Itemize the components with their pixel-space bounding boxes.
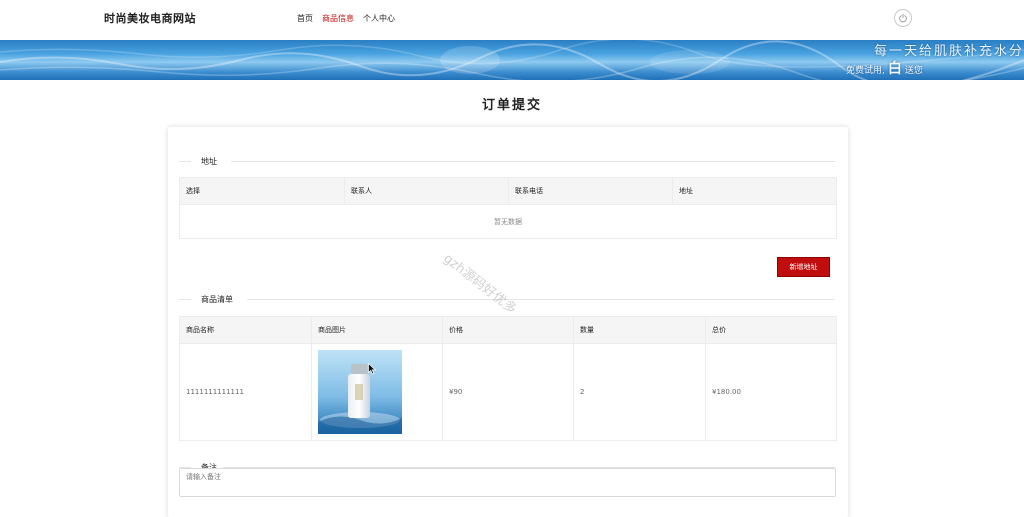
col-address: 地址 [672, 177, 837, 205]
col-contact: 联系人 [344, 177, 509, 205]
nav-item-products[interactable]: 商品信息 [322, 13, 354, 24]
main-nav: 首页 商品信息 个人中心 [297, 13, 395, 24]
product-total: ¥180.00 [705, 343, 837, 441]
banner-subline: 免费试用, 白送您 [846, 61, 923, 77]
address-table-header: 选择 联系人 联系电话 地址 [179, 177, 837, 205]
col-select: 选择 [179, 177, 345, 205]
banner-headline: 每一天给肌肤补充水分 [873, 44, 1024, 59]
col-phone: 联系电话 [508, 177, 673, 205]
product-name: 1111111111111 [179, 343, 312, 441]
nav-item-home[interactable]: 首页 [297, 13, 313, 24]
address-table: 选择 联系人 联系电话 地址 暂无数据 [179, 177, 837, 239]
remark-input[interactable] [179, 468, 836, 497]
product-price: ¥90 [442, 343, 574, 441]
top-bar: 时尚美妆电商网站 首页 商品信息 个人中心 [0, 0, 1024, 40]
table-row: 1111111111111 ¥90 2 ¥180.00 [179, 343, 837, 441]
address-section-title: 地址 [201, 156, 217, 167]
address-section-header: 地址 [179, 156, 835, 167]
product-image-cell [311, 343, 443, 441]
product-bottle-image [318, 350, 402, 434]
product-quantity: 2 [573, 343, 706, 441]
page-title: 订单提交 [481, 98, 542, 113]
nav-item-profile[interactable]: 个人中心 [363, 13, 395, 24]
empty-text: 暂无数据 [179, 204, 837, 239]
add-address-button[interactable]: 新增地址 [777, 257, 830, 277]
col-product-image: 商品图片 [311, 316, 443, 344]
col-product-name: 商品名称 [179, 316, 312, 344]
col-price: 价格 [442, 316, 574, 344]
col-total: 总价 [705, 316, 837, 344]
logout-button[interactable] [894, 9, 912, 27]
site-title[interactable]: 时尚美妆电商网站 [104, 10, 196, 26]
col-quantity: 数量 [573, 316, 706, 344]
products-section-header: 商品清单 [179, 294, 835, 305]
empty-row: 暂无数据 [179, 204, 837, 239]
products-section-title: 商品清单 [201, 294, 233, 305]
products-table-header: 商品名称 商品图片 价格 数量 总价 [179, 316, 837, 344]
mouse-cursor-icon [368, 363, 376, 375]
products-table: 商品名称 商品图片 价格 数量 总价 1111111111111 ¥90 2 ¥… [179, 316, 837, 441]
order-form-card: 地址 选择 联系人 联系电话 地址 暂无数据 新增地址 商品清单 商品名称 商品… [168, 127, 848, 517]
promo-banner[interactable]: 每一天给肌肤补充水分 免费试用, 白送您 [0, 40, 1024, 80]
power-icon [899, 13, 907, 23]
